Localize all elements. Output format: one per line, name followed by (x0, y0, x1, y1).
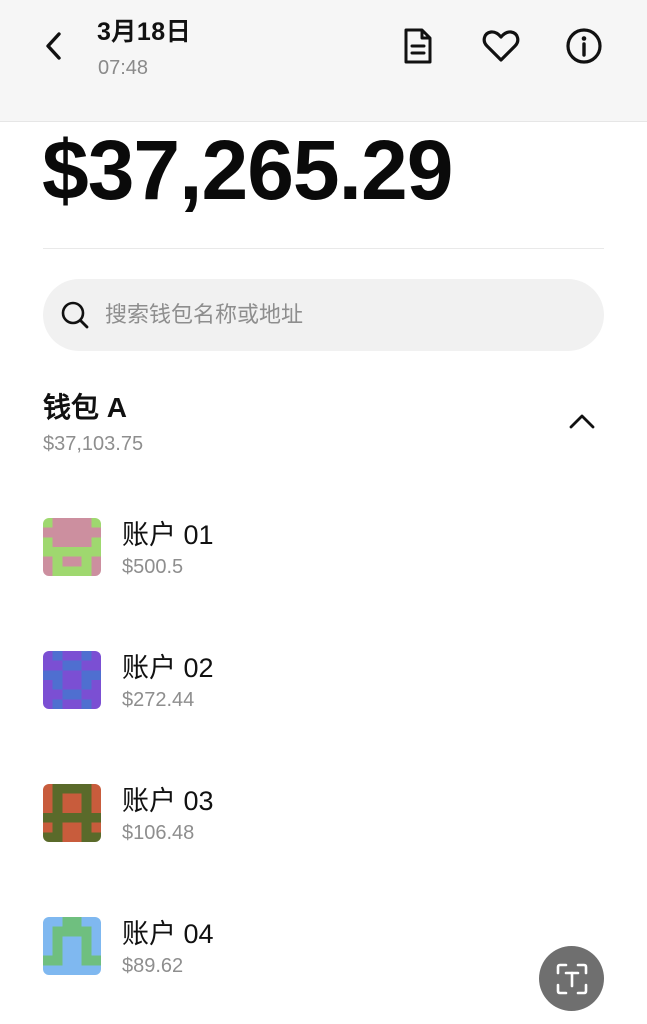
heart-icon (482, 30, 520, 62)
account-name: 账户 02 (122, 653, 214, 683)
scan-text-button[interactable] (539, 946, 604, 1011)
account-balance: $89.62 (122, 955, 184, 977)
wallet-name: 钱包 A (43, 392, 128, 423)
account-avatar (43, 651, 101, 709)
account-name: 账户 03 (122, 786, 214, 816)
account-avatar (43, 518, 101, 576)
account-item[interactable]: 账户 04 $89.62 (43, 912, 604, 988)
wallet-total: $37,103.75 (43, 433, 144, 455)
search-input[interactable] (105, 297, 575, 333)
account-balance: $106.48 (122, 822, 195, 844)
document-button[interactable] (398, 26, 438, 66)
search-bar[interactable] (43, 279, 604, 351)
top-bar: 3月18日 07:48 (0, 0, 647, 122)
favorite-button[interactable] (481, 26, 521, 66)
divider (43, 248, 604, 249)
account-balance: $500.5 (122, 556, 184, 578)
account-balance: $272.44 (122, 689, 195, 711)
back-button[interactable] (36, 28, 72, 64)
back-arrow-icon (46, 32, 61, 60)
account-item[interactable]: 账户 01 $500.5 (43, 513, 604, 589)
scan-text-icon (556, 963, 587, 994)
account-avatar (43, 917, 101, 975)
account-item[interactable]: 账户 02 $272.44 (43, 646, 604, 722)
chevron-up-icon (569, 414, 595, 429)
info-button[interactable] (564, 26, 604, 66)
page-title: 3月18日 (97, 18, 192, 46)
total-balance: $37,265.29 (42, 123, 453, 217)
account-item[interactable]: 账户 03 $106.48 (43, 779, 604, 855)
page-subtitle-time: 07:48 (98, 57, 149, 79)
collapse-wallet-button[interactable] (562, 403, 602, 439)
account-avatar (43, 784, 101, 842)
account-name: 账户 01 (122, 520, 214, 550)
document-icon (404, 28, 432, 64)
search-icon (61, 301, 89, 329)
account-name: 账户 04 (122, 919, 214, 949)
info-icon (566, 28, 602, 64)
